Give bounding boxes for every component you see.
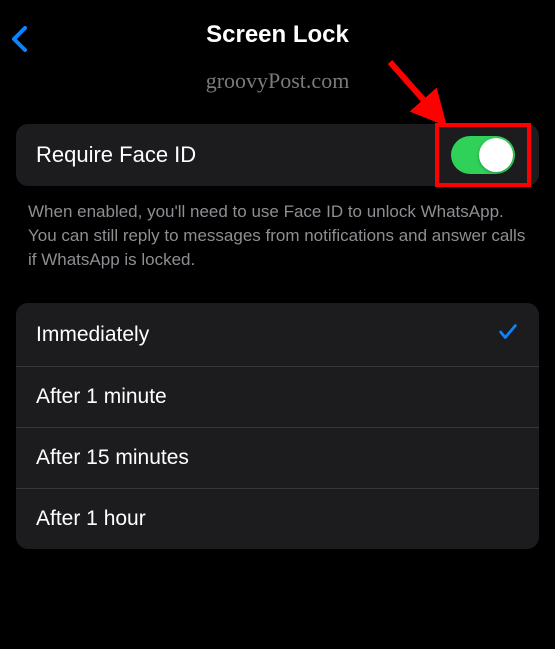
setting-description: When enabled, you'll need to use Face ID… [28,200,527,271]
option-after-1-minute[interactable]: After 1 minute [16,367,539,428]
option-immediately[interactable]: Immediately [16,303,539,367]
require-face-id-row[interactable]: Require Face ID [16,124,539,186]
option-label: Immediately [36,323,149,347]
option-label: After 15 minutes [36,446,189,470]
chevron-left-icon [10,25,30,53]
header: Screen Lock [0,0,555,50]
time-options-list: Immediately After 1 minute After 15 minu… [16,303,539,549]
watermark: groovyPost.com [0,68,555,94]
annotation-highlight-box [435,123,531,187]
page-title: Screen Lock [206,21,349,49]
back-button[interactable] [10,25,30,58]
checkmark-icon [497,321,519,348]
toggle-knob [479,138,513,172]
setting-label: Require Face ID [36,142,196,168]
face-id-toggle[interactable] [451,136,515,174]
option-after-15-minutes[interactable]: After 15 minutes [16,428,539,489]
option-label: After 1 minute [36,385,167,409]
option-label: After 1 hour [36,507,146,531]
option-after-1-hour[interactable]: After 1 hour [16,489,539,549]
